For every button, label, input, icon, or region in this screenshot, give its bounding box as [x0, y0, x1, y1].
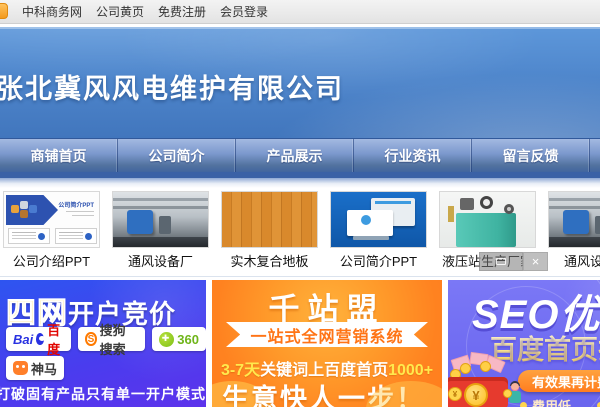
ppt-slide-title: 公司简介PPT	[58, 200, 94, 209]
close-icon[interactable]: ×	[523, 252, 548, 271]
ad1-slogan: 打破固有产品只有单一开户模式	[0, 384, 206, 404]
product-item-ppt-intro[interactable]: 公司简介PPT 公司介绍PPT	[3, 191, 100, 269]
link-member-login[interactable]: 会员登录	[220, 3, 268, 20]
product-caption: 公司简介PPT	[330, 251, 427, 270]
qihoo360-icon	[159, 332, 174, 347]
link-company-yellowpages[interactable]: 公司黄页	[96, 3, 144, 20]
product-thumbnail	[548, 191, 600, 248]
product-thumbnail	[330, 191, 427, 248]
person-illustration	[506, 383, 524, 407]
product-thumbnail	[439, 191, 536, 248]
nav-tab-shop-home[interactable]: 商铺首页	[0, 139, 118, 172]
product-caption: 实木复合地板	[221, 251, 318, 270]
ad-badge-icon	[496, 258, 506, 265]
link-zhongke-business[interactable]: 中科商务网	[22, 3, 82, 20]
product-carousel: 公司简介PPT 公司介绍PPT 通风设备厂 实木复合地板	[0, 191, 600, 269]
ad-close-widget: ×	[479, 252, 548, 271]
link-free-register[interactable]: 免费注册	[158, 3, 206, 20]
baidu-logo: Bai 百度	[6, 327, 71, 351]
ad-banner-siwang-bidding[interactable]: 四网开户竞价 Bai 百度 S 搜狗搜索 360	[0, 280, 206, 407]
baidu-paw-icon	[36, 333, 44, 345]
company-name: 张北冀风风电维护有限公司	[0, 67, 344, 106]
top-utility-bar: 中科商务网 公司黄页 免费注册 会员登录	[0, 0, 600, 24]
shenma-logo: 神马	[6, 356, 64, 380]
gold-coin-icon: ¥	[448, 387, 462, 401]
main-nav: 商铺首页 公司简介 产品展示 行业资讯 留言反馈	[0, 138, 600, 172]
nav-tab-feedback[interactable]: 留言反馈	[472, 139, 590, 172]
qihoo360-logo: 360	[152, 327, 206, 351]
company-banner: 张北冀风风电维护有限公司	[0, 27, 600, 138]
product-thumbnail	[112, 191, 209, 248]
storefront-page: 中科商务网 公司黄页 免费注册 会员登录 张北冀风风电维护有限公司 商铺首页 公…	[0, 0, 600, 407]
section-divider	[0, 276, 600, 277]
ad1-title: 四网开户竞价	[6, 288, 176, 332]
ad-banner-seo[interactable]: SEO优化 百度首页排名 有效果再计费 费用低 排名稳 ¥ ¥	[448, 280, 600, 407]
ad1-logo-row-1: Bai 百度 S 搜狗搜索 360	[6, 327, 206, 351]
ad3-bullets: 费用低 排名稳	[520, 396, 600, 407]
product-thumbnail: 公司简介PPT	[3, 191, 100, 248]
gold-coin-icon: ¥	[464, 383, 488, 407]
product-item-ventilation-2[interactable]: 通风设备厂	[548, 191, 600, 269]
nav-tab-products[interactable]: 产品展示	[236, 139, 354, 172]
product-item-hydraulic-station[interactable]: 液压站生产厂家 ×	[439, 191, 536, 269]
ad-banner-qianzhanmeng[interactable]: 千站盟 一站式全网营销系统 3-7天关键词上百度首页1000+ 生意快人一步！	[212, 280, 442, 407]
sogou-logo: S 搜狗搜索	[78, 327, 145, 351]
ppt-hex-dots	[11, 201, 41, 219]
product-item-ventilation-1[interactable]: 通风设备厂	[112, 191, 209, 269]
product-item-wood-floor[interactable]: 实木复合地板	[221, 191, 318, 269]
ad-info-box	[479, 252, 523, 271]
ad-banner-row: 四网开户竞价 Bai 百度 S 搜狗搜索 360	[0, 280, 600, 407]
product-caption: 公司介绍PPT	[3, 251, 100, 270]
product-caption: 通风设备厂	[112, 251, 209, 270]
nav-tab-company-profile[interactable]: 公司简介	[118, 139, 236, 172]
nav-fade	[0, 178, 600, 188]
shenma-icon	[13, 361, 28, 375]
ad1-logo-row-2: 神马	[6, 356, 64, 380]
nav-tab-industry-news[interactable]: 行业资讯	[354, 139, 472, 172]
ad3-pay-button[interactable]: 有效果再计费	[518, 370, 600, 392]
sogou-s-icon: S	[85, 332, 96, 346]
product-thumbnail	[221, 191, 318, 248]
ad2-ribbon: 一站式全网营销系统	[226, 322, 428, 347]
red-envelope-illustration: ¥ ¥	[448, 355, 508, 407]
product-item-ppt-profile[interactable]: 公司简介PPT	[330, 191, 427, 269]
product-caption: 通风设备厂	[548, 251, 600, 270]
ad2-slogan: 生意快人一步！	[222, 377, 425, 407]
site-logo-icon	[0, 3, 8, 19]
